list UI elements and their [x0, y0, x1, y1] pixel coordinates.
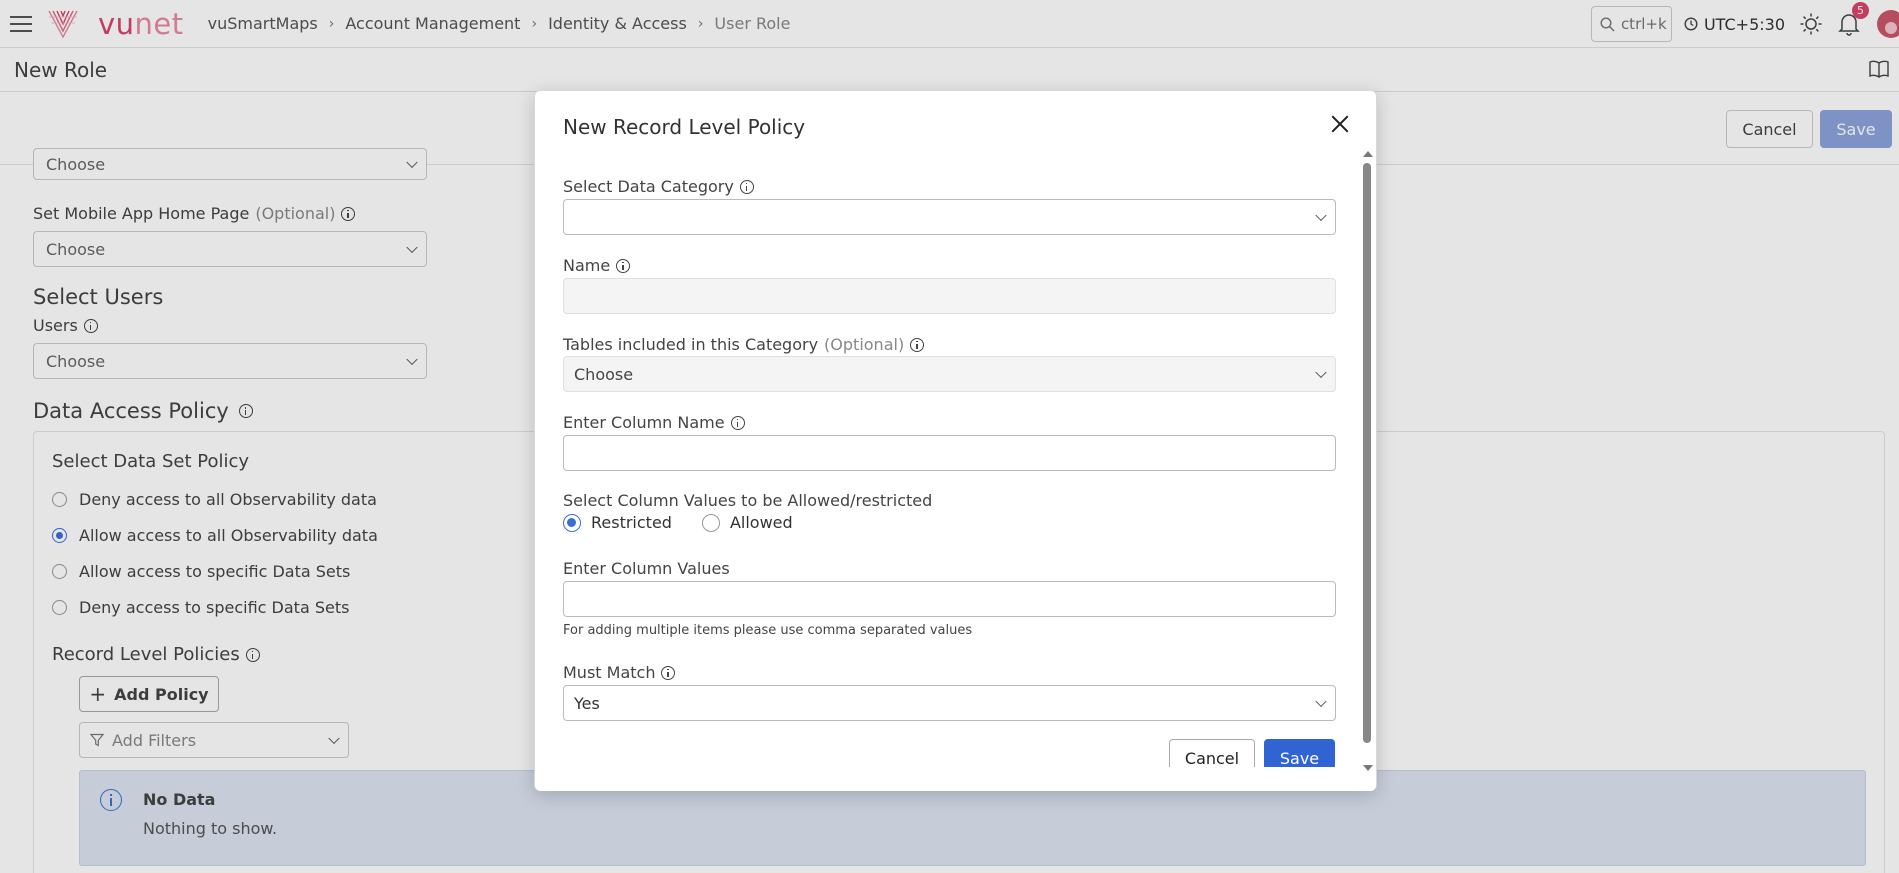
column-values-input[interactable] — [563, 581, 1336, 617]
tables-select[interactable]: Choose — [563, 356, 1336, 392]
dialog-title: New Record Level Policy — [563, 115, 806, 139]
dialog-scrollbar[interactable] — [1362, 151, 1373, 771]
info-icon — [730, 415, 745, 430]
mode-option-allowed[interactable]: Allowed — [701, 513, 793, 532]
must-match-select[interactable]: Yes — [563, 685, 1336, 721]
close-icon[interactable] — [1330, 114, 1350, 134]
info-icon — [616, 258, 631, 273]
column-values-mode-label: Select Column Values to be Allowed/restr… — [563, 491, 933, 510]
tables-select-value: Choose — [574, 364, 634, 384]
must-match-value: Yes — [574, 693, 600, 713]
name-label: Name — [563, 256, 631, 275]
dialog-footer-edge — [535, 767, 1376, 791]
chevron-down-icon — [1315, 366, 1327, 379]
info-icon — [661, 665, 676, 680]
scroll-up-arrow-icon[interactable] — [1363, 151, 1373, 157]
column-name-input[interactable] — [563, 435, 1336, 471]
data-category-select[interactable] — [563, 199, 1336, 235]
column-values-hint: For adding multiple items please use com… — [563, 623, 973, 638]
chevron-down-icon — [1315, 209, 1327, 222]
scroll-down-arrow-icon[interactable] — [1363, 765, 1373, 771]
column-name-label: Enter Column Name — [563, 413, 745, 432]
tables-label: Tables included in this Category (Option… — [563, 335, 925, 354]
scrollbar-thumb[interactable] — [1363, 163, 1371, 743]
mode-option-restricted[interactable]: Restricted — [563, 513, 672, 532]
must-match-label: Must Match — [563, 663, 676, 682]
name-input[interactable] — [563, 278, 1336, 314]
radio-button[interactable] — [701, 513, 720, 532]
new-record-level-policy-dialog: New Record Level Policy Select Data Cate… — [534, 90, 1377, 791]
data-category-label: Select Data Category — [563, 177, 754, 196]
column-values-label: Enter Column Values — [563, 559, 730, 578]
info-icon — [910, 337, 925, 352]
column-values-mode-group: Restricted Allowed — [563, 513, 823, 532]
chevron-down-icon — [1315, 695, 1327, 708]
radio-button-selected[interactable] — [563, 513, 581, 532]
info-icon — [739, 179, 754, 194]
